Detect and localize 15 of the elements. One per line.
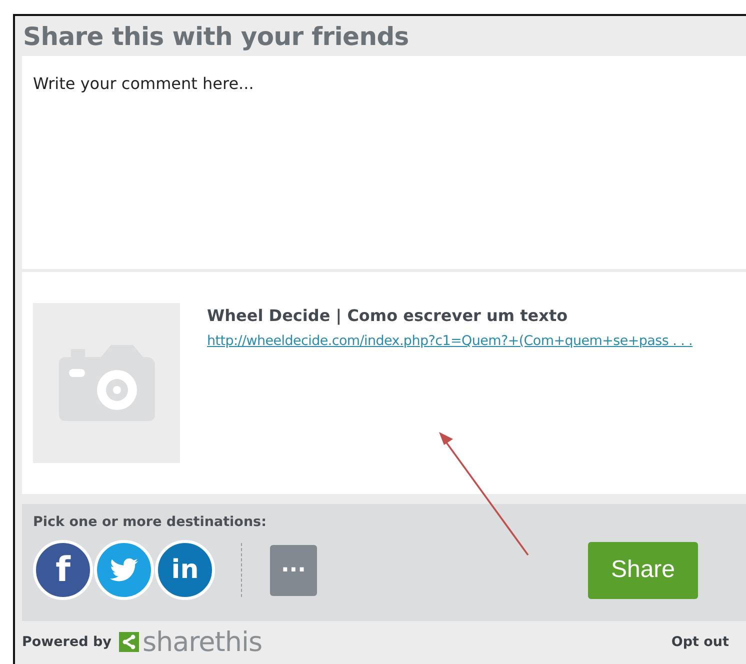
opt-out-link[interactable]: Opt out	[671, 634, 729, 650]
camera-icon	[58, 343, 154, 423]
dialog-title: Share this with your friends	[23, 22, 410, 52]
share-logo-icon	[119, 632, 140, 652]
facebook-button[interactable]: f	[33, 540, 93, 600]
more-button[interactable]: ···	[270, 544, 317, 596]
brand-logo: sharethis	[142, 628, 262, 656]
linkedin-button[interactable]: in	[155, 540, 215, 600]
destinations-label: Pick one or more destinations:	[33, 514, 268, 530]
preview-title: Wheel Decide | Como escrever um texto	[207, 306, 569, 325]
bird-icon	[110, 558, 138, 582]
share-button[interactable]: Share	[588, 542, 698, 598]
comment-field[interactable]: Write your comment here...	[22, 56, 746, 269]
preview-link[interactable]: http://wheeldecide.com/index.php?c1=Quem?+(Com+quem+se+pass . . .	[207, 333, 693, 349]
powered-by-label: Powered by	[22, 634, 112, 650]
